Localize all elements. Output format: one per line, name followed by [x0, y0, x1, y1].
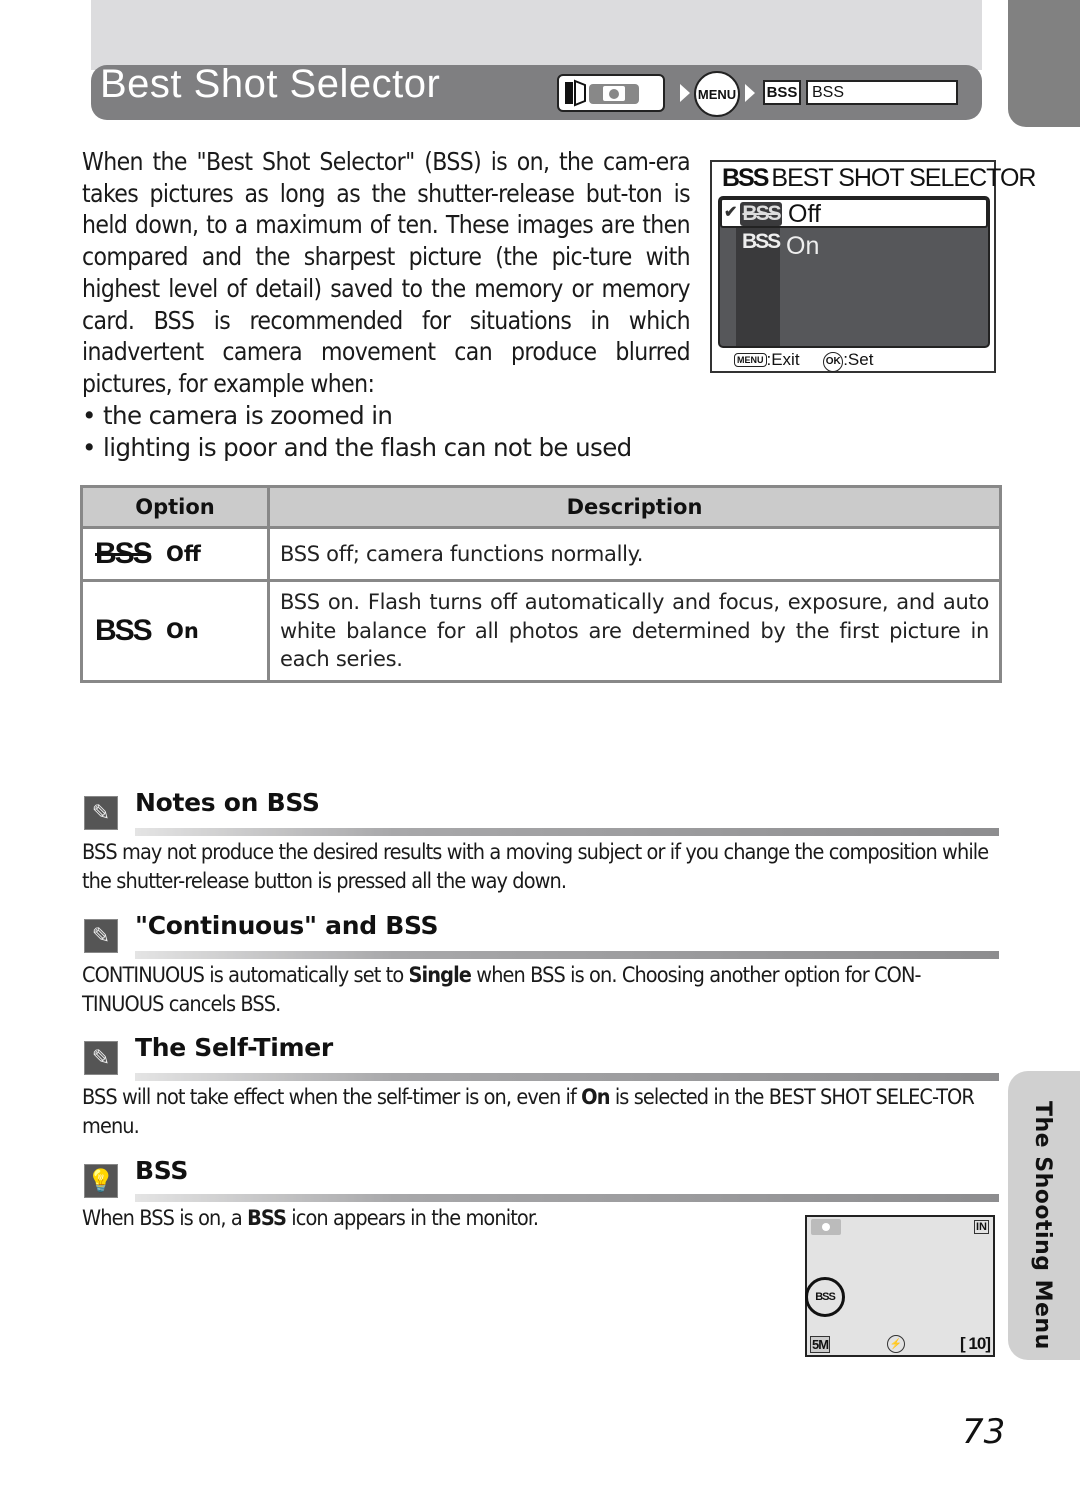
table-header-row: Option Description — [80, 485, 1002, 529]
bss-off-icon: BSS — [740, 202, 782, 226]
flash-off-icon: ⚡ — [887, 1335, 905, 1353]
column-header-option: Option — [80, 485, 270, 529]
description-cell: BSS on. Flash turns off automatically an… — [267, 579, 1002, 683]
note-body: BSS will not take effect when the self-t… — [82, 1083, 1000, 1141]
intro-text: When the "Best Shot Selector" (BSS) is o… — [82, 147, 691, 398]
menu-key-icon: MENU — [734, 353, 767, 367]
intro-paragraph: When the "Best Shot Selector" (BSS) is o… — [82, 146, 691, 400]
bss-off-icon: BSS — [95, 537, 153, 570]
bss-icon: BSS — [722, 164, 769, 192]
body-text: BSS may not produce the desired results … — [82, 840, 989, 894]
bullet-list: • the camera is zoomed in • lighting is … — [82, 400, 702, 464]
menu-button-icon: MENU — [694, 71, 740, 117]
body-text: BSS will not take effect when the self-t… — [82, 1085, 582, 1110]
camera-menu-title: BSS BEST SHOT SELECTOR — [722, 164, 1036, 192]
menu-option-on[interactable]: On — [786, 232, 819, 261]
bss-indicator-icon: BSS — [805, 1277, 845, 1317]
paperclip-note-icon: ✎ — [84, 919, 118, 953]
note-divider — [135, 1194, 999, 1202]
note-title: Notes on BSS — [135, 788, 320, 817]
body-text: icon appears in the monitor. — [286, 1206, 539, 1231]
note-body: CONTINUOUS is automatically set to Singl… — [82, 961, 1000, 1019]
bullet-item: • lighting is poor and the flash can not… — [82, 433, 632, 462]
emphasis-text: Single — [408, 963, 472, 988]
camera-icon — [811, 1219, 841, 1235]
menu-option-off[interactable]: ✔ BSS Off — [720, 198, 988, 228]
options-table: Option Description BSS Off BSS off; came… — [80, 485, 1002, 683]
note-title: "Continuous" and BSS — [135, 911, 439, 940]
option-label: Off — [788, 200, 821, 228]
camera-menu-panel: ✔ BSS Off BSS On — [718, 196, 990, 348]
camera-monitor-illustration: IN BSS 5M ⚡ [ 10] — [805, 1215, 995, 1357]
body-text: CONTINUOUS is automatically set to — [82, 963, 409, 988]
exposures-remaining: [ 10] — [960, 1334, 991, 1353]
chapter-tab: The Shooting Menu — [1008, 1071, 1080, 1360]
note-title: BSS — [135, 1156, 189, 1185]
check-icon: ✔ — [724, 204, 737, 221]
paperclip-note-icon: ✎ — [84, 1041, 118, 1075]
bss-menu-item: BSS — [806, 80, 958, 105]
description-cell: BSS off; camera functions normally. — [267, 526, 1002, 582]
note-body: BSS may not produce the desired results … — [82, 838, 1000, 896]
chapter-tab-label: The Shooting Menu — [1030, 1101, 1055, 1350]
body-text: When BSS is on, a — [82, 1206, 248, 1231]
camera-menu-screen: BSS BEST SHOT SELECTOR ✔ BSS Off BSS On M… — [710, 160, 1036, 373]
ok-key-icon: OK — [823, 352, 844, 372]
table-row: BSS Off BSS off; camera functions normal… — [80, 526, 1002, 582]
shooting-mode-camera-icon — [557, 74, 665, 112]
page-number: 73 — [962, 1412, 1006, 1452]
chapter-tab-top — [1008, 0, 1080, 127]
internal-memory-icon: IN — [974, 1220, 989, 1234]
option-label: On — [166, 618, 199, 643]
option-cell: BSS Off — [80, 526, 270, 582]
breadcrumb-arrow-icon — [680, 84, 690, 102]
note-divider — [135, 828, 999, 836]
note-divider — [135, 1073, 999, 1081]
breadcrumb-arrow-icon — [745, 84, 755, 102]
image-size-indicator: 5M — [810, 1336, 831, 1353]
paperclip-note-icon: ✎ — [84, 796, 118, 830]
lightbulb-tip-icon: 💡 — [84, 1164, 118, 1198]
table-row: BSS On BSS on. Flash turns off automatic… — [80, 579, 1002, 683]
option-cell: BSS On — [80, 579, 270, 683]
option-label: Off — [166, 542, 201, 566]
note-title: The Self-Timer — [135, 1033, 333, 1062]
column-header-description: Description — [267, 485, 1002, 529]
note-divider — [135, 951, 999, 959]
bss-on-icon: BSS — [742, 230, 781, 253]
bss-on-icon: BSS — [95, 613, 153, 647]
emphasis-text: On — [581, 1085, 610, 1110]
note-body: When BSS is on, a BSS icon appears in th… — [82, 1204, 782, 1233]
bullet-item: • the camera is zoomed in — [82, 401, 393, 430]
page-title: Best Shot Selector — [100, 62, 441, 106]
bss-icon: BSS — [763, 80, 801, 105]
header-background — [91, 0, 982, 70]
camera-menu-footer: MENU:Exit OK:Set — [734, 350, 873, 372]
emphasis-text: BSS — [247, 1206, 287, 1231]
